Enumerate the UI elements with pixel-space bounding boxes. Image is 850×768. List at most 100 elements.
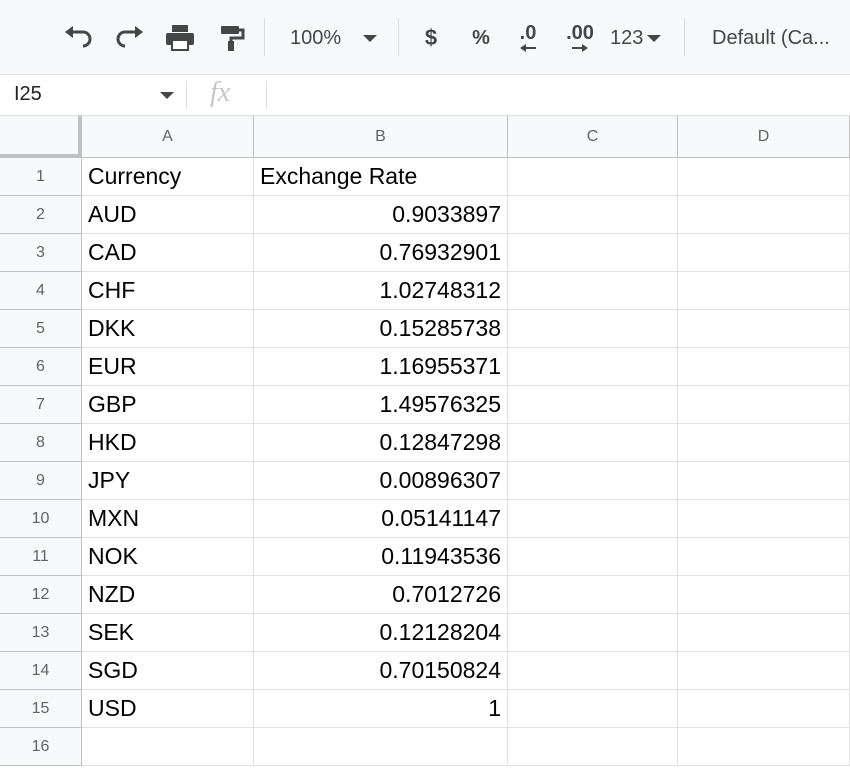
cell-a7[interactable]: GBP (82, 386, 254, 424)
cell-a5[interactable]: DKK (82, 310, 254, 348)
cell-c11[interactable] (508, 538, 678, 576)
chevron-down-icon[interactable] (160, 92, 174, 99)
row-header[interactable]: 9 (0, 462, 82, 500)
cell-c5[interactable] (508, 310, 678, 348)
cell-b10[interactable]: 0.05141147 (254, 500, 508, 538)
cell-a10[interactable]: MXN (82, 500, 254, 538)
cell-a14[interactable]: SGD (82, 652, 254, 690)
column-header-a[interactable]: A (82, 116, 254, 158)
row-header[interactable]: 10 (0, 500, 82, 538)
zoom-select[interactable]: 100% (284, 22, 394, 54)
row-header[interactable]: 16 (0, 728, 82, 766)
cell-a1[interactable]: Currency (82, 158, 254, 196)
cell-b6[interactable]: 1.16955371 (254, 348, 508, 386)
cell-b4[interactable]: 1.02748312 (254, 272, 508, 310)
cell-d11[interactable] (678, 538, 850, 576)
formula-input[interactable] (270, 79, 846, 111)
row-header[interactable]: 7 (0, 386, 82, 424)
cell-a13[interactable]: SEK (82, 614, 254, 652)
row-header[interactable]: 4 (0, 272, 82, 310)
cell-d13[interactable] (678, 614, 850, 652)
cell-d9[interactable] (678, 462, 850, 500)
row-header[interactable]: 6 (0, 348, 82, 386)
cell-b1[interactable]: Exchange Rate (254, 158, 508, 196)
undo-icon[interactable] (58, 22, 98, 54)
column-header-c[interactable]: C (508, 116, 678, 158)
cell-c16[interactable] (508, 728, 678, 766)
row-header[interactable]: 1 (0, 158, 82, 196)
cell-a16[interactable] (82, 728, 254, 766)
cell-a4[interactable]: CHF (82, 272, 254, 310)
cell-a11[interactable]: NOK (82, 538, 254, 576)
cell-d10[interactable] (678, 500, 850, 538)
cell-d2[interactable] (678, 196, 850, 234)
row-header[interactable]: 5 (0, 310, 82, 348)
decrease-decimal-button[interactable]: .0 (508, 22, 548, 54)
cell-d5[interactable] (678, 310, 850, 348)
column-header-d[interactable]: D (678, 116, 850, 158)
cell-a8[interactable]: HKD (82, 424, 254, 462)
cell-c8[interactable] (508, 424, 678, 462)
cell-b3[interactable]: 0.76932901 (254, 234, 508, 272)
increase-decimal-button[interactable]: .00 (558, 22, 602, 54)
row-header[interactable]: 13 (0, 614, 82, 652)
cell-b16[interactable] (254, 728, 508, 766)
cell-a9[interactable]: JPY (82, 462, 254, 500)
row-header[interactable]: 12 (0, 576, 82, 614)
cell-b7[interactable]: 1.49576325 (254, 386, 508, 424)
cell-b14[interactable]: 0.70150824 (254, 652, 508, 690)
cell-a2[interactable]: AUD (82, 196, 254, 234)
cell-d16[interactable] (678, 728, 850, 766)
cell-c15[interactable] (508, 690, 678, 728)
cell-d1[interactable] (678, 158, 850, 196)
more-formats-button[interactable]: 123 (610, 22, 672, 54)
cell-c6[interactable] (508, 348, 678, 386)
select-all-corner[interactable] (0, 116, 82, 158)
redo-icon[interactable] (110, 22, 150, 54)
cell-c3[interactable] (508, 234, 678, 272)
cell-a12[interactable]: NZD (82, 576, 254, 614)
cell-c4[interactable] (508, 272, 678, 310)
row-header[interactable]: 3 (0, 234, 82, 272)
cell-b12[interactable]: 0.7012726 (254, 576, 508, 614)
row-header[interactable]: 14 (0, 652, 82, 690)
column-header-b[interactable]: B (254, 116, 508, 158)
row-header[interactable]: 2 (0, 196, 82, 234)
cell-b15[interactable]: 1 (254, 690, 508, 728)
cell-b9[interactable]: 0.00896307 (254, 462, 508, 500)
row-header[interactable]: 11 (0, 538, 82, 576)
decrease-decimal-label: .0 (519, 22, 537, 44)
cell-a15[interactable]: USD (82, 690, 254, 728)
cell-d4[interactable] (678, 272, 850, 310)
cell-d14[interactable] (678, 652, 850, 690)
percent-format-button[interactable]: % (466, 22, 496, 54)
cell-b5[interactable]: 0.15285738 (254, 310, 508, 348)
print-icon[interactable] (160, 22, 200, 54)
currency-format-button[interactable]: $ (416, 22, 446, 54)
cell-d3[interactable] (678, 234, 850, 272)
cell-b8[interactable]: 0.12847298 (254, 424, 508, 462)
cell-c10[interactable] (508, 500, 678, 538)
font-select[interactable]: Default (Ca... (704, 22, 850, 54)
row-header[interactable]: 15 (0, 690, 82, 728)
cell-b11[interactable]: 0.11943536 (254, 538, 508, 576)
cell-d6[interactable] (678, 348, 850, 386)
cell-c7[interactable] (508, 386, 678, 424)
cell-a6[interactable]: EUR (82, 348, 254, 386)
cell-c9[interactable] (508, 462, 678, 500)
cell-d7[interactable] (678, 386, 850, 424)
cell-b2[interactable]: 0.9033897 (254, 196, 508, 234)
cell-d15[interactable] (678, 690, 850, 728)
cell-c14[interactable] (508, 652, 678, 690)
cell-d8[interactable] (678, 424, 850, 462)
paint-format-icon[interactable] (212, 22, 252, 54)
cell-d12[interactable] (678, 576, 850, 614)
cell-c13[interactable] (508, 614, 678, 652)
cell-a3[interactable]: CAD (82, 234, 254, 272)
cell-c1[interactable] (508, 158, 678, 196)
cell-c12[interactable] (508, 576, 678, 614)
cell-b13[interactable]: 0.12128204 (254, 614, 508, 652)
row-header[interactable]: 8 (0, 424, 82, 462)
cell-c2[interactable] (508, 196, 678, 234)
name-box[interactable]: I25 (14, 83, 42, 106)
